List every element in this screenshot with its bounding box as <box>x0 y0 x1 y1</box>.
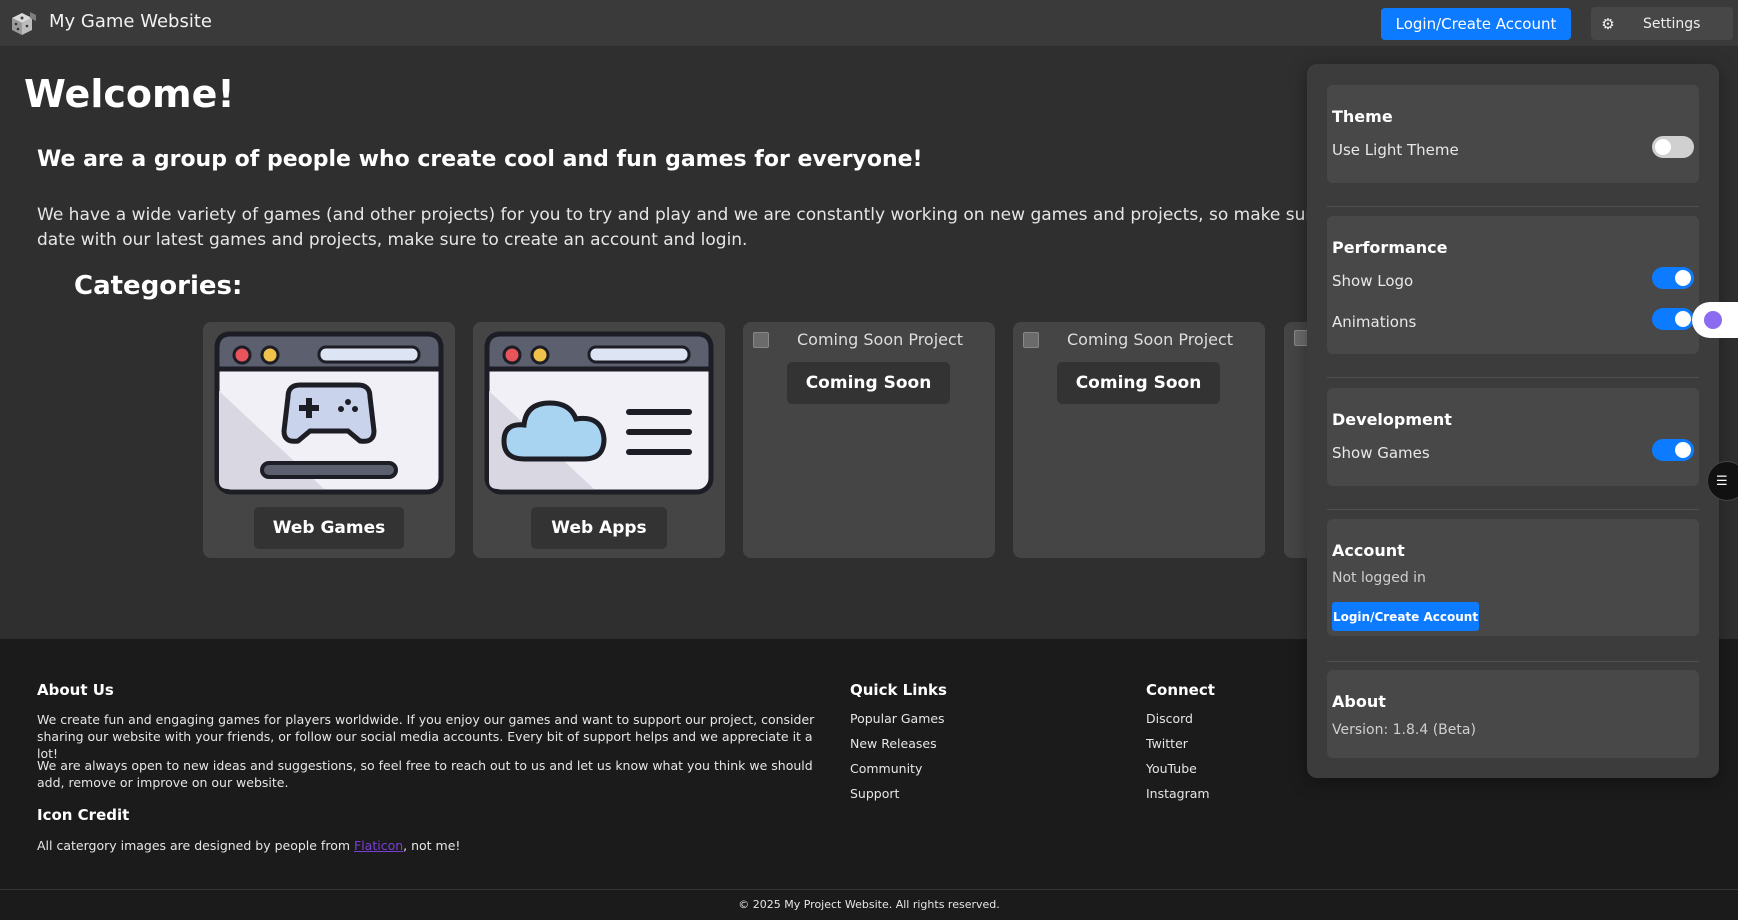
about-heading: About <box>1332 692 1386 711</box>
community-link[interactable]: Community <box>850 761 922 776</box>
web-apps-button[interactable]: Web Apps <box>531 507 667 549</box>
show-games-label: Show Games <box>1332 444 1430 462</box>
toggle-knob <box>1655 139 1671 155</box>
footer-about-text-2: We are always open to new ideas and sugg… <box>37 758 813 790</box>
category-card-web-games[interactable]: Web Games <box>203 322 455 558</box>
login-button[interactable]: Login/Create Account <box>1381 8 1571 40</box>
footer-about-text: We create fun and engaging games for pla… <box>37 712 815 761</box>
footer-divider <box>0 889 1738 890</box>
toggle-knob <box>1675 270 1691 286</box>
animations-toggle[interactable] <box>1652 308 1694 330</box>
broken-image-icon <box>1023 331 1039 348</box>
site-title[interactable]: My Game Website <box>49 11 212 32</box>
toggle-knob <box>1675 311 1691 327</box>
settings-label: Settings <box>1643 15 1701 32</box>
broken-image-icon <box>753 331 769 348</box>
performance-section: Performance Show Logo Animations <box>1327 216 1699 354</box>
show-logo-toggle[interactable] <box>1652 267 1694 289</box>
twitter-link[interactable]: Twitter <box>1146 736 1188 751</box>
intro-paragraph: We have a wide variety of games (and oth… <box>37 205 1345 250</box>
section-divider <box>1327 206 1699 207</box>
dice-logo-icon[interactable] <box>8 9 38 39</box>
copyright-text: © 2025 My Project Website. All rights re… <box>738 898 1000 911</box>
broken-image: Coming Soon Project <box>753 330 963 349</box>
footer-credit-heading: Icon Credit <box>37 806 130 824</box>
theme-section: Theme Use Light Theme <box>1327 85 1699 183</box>
support-link[interactable]: Support <box>850 786 899 801</box>
account-heading: Account <box>1332 541 1405 560</box>
coming-soon-button[interactable]: Coming Soon <box>1057 362 1220 404</box>
panel-login-button[interactable]: Login/Create Account <box>1332 602 1479 631</box>
section-divider <box>1327 661 1699 662</box>
section-divider <box>1327 377 1699 378</box>
quick-links-heading: Quick Links <box>850 681 947 699</box>
top-navbar: My Game Website Login/Create Account ⚙ S… <box>0 0 1738 46</box>
coming-soon-button[interactable]: Coming Soon <box>787 362 950 404</box>
assistant-side-tab[interactable] <box>1692 302 1738 338</box>
development-section: Development Show Games <box>1327 388 1699 486</box>
assistant-icon <box>1704 311 1722 329</box>
about-section: About Version: 1.8.4 (Beta) <box>1327 670 1699 758</box>
web-games-button[interactable]: Web Games <box>254 507 404 549</box>
footer-credit-text: All catergory images are designed by peo… <box>37 837 737 854</box>
discord-link[interactable]: Discord <box>1146 711 1193 726</box>
settings-button[interactable]: ⚙ Settings <box>1591 7 1733 40</box>
category-card-web-apps[interactable]: Web Apps <box>473 322 725 558</box>
game-window-icon <box>214 331 444 495</box>
account-status: Not logged in <box>1332 570 1426 586</box>
animations-label: Animations <box>1332 313 1417 331</box>
welcome-heading: Welcome! <box>24 72 235 116</box>
settings-panel: Theme Use Light Theme Performance Show L… <box>1307 64 1719 778</box>
section-divider <box>1327 509 1699 510</box>
image-alt-text: Coming Soon Project <box>1067 330 1234 349</box>
light-theme-toggle[interactable] <box>1652 136 1694 158</box>
theme-heading: Theme <box>1332 107 1393 126</box>
flaticon-link[interactable]: Flaticon <box>354 838 403 853</box>
new-releases-link[interactable]: New Releases <box>850 736 937 751</box>
category-card-coming-soon[interactable]: Coming Soon Project Coming Soon <box>743 322 995 558</box>
development-heading: Development <box>1332 410 1452 429</box>
credit-suffix: , not me! <box>403 838 461 853</box>
tagline-heading: We are a group of people who create cool… <box>37 147 923 172</box>
instagram-link[interactable]: Instagram <box>1146 786 1210 801</box>
light-theme-label: Use Light Theme <box>1332 141 1459 159</box>
cloud-window-icon <box>484 331 714 495</box>
popular-games-link[interactable]: Popular Games <box>850 711 945 726</box>
connect-heading: Connect <box>1146 681 1215 699</box>
youtube-link[interactable]: YouTube <box>1146 761 1197 776</box>
account-section: Account Not logged in Login/Create Accou… <box>1327 519 1699 636</box>
image-alt-text: Coming Soon Project <box>797 330 964 349</box>
broken-image: Coming Soon Project <box>1023 330 1233 349</box>
gear-icon: ⚙ <box>1601 14 1615 33</box>
list-icon: ☰ <box>1716 473 1728 489</box>
category-card-coming-soon[interactable]: Coming Soon Project Coming Soon <box>1013 322 1265 558</box>
show-games-toggle[interactable] <box>1652 439 1694 461</box>
performance-heading: Performance <box>1332 238 1448 257</box>
categories-heading: Categories: <box>74 271 243 301</box>
version-text: Version: 1.8.4 (Beta) <box>1332 722 1476 738</box>
toggle-knob <box>1675 442 1691 458</box>
footer-about-heading: About Us <box>37 681 114 699</box>
show-logo-label: Show Logo <box>1332 272 1414 290</box>
credit-prefix: All catergory images are designed by peo… <box>37 838 354 853</box>
